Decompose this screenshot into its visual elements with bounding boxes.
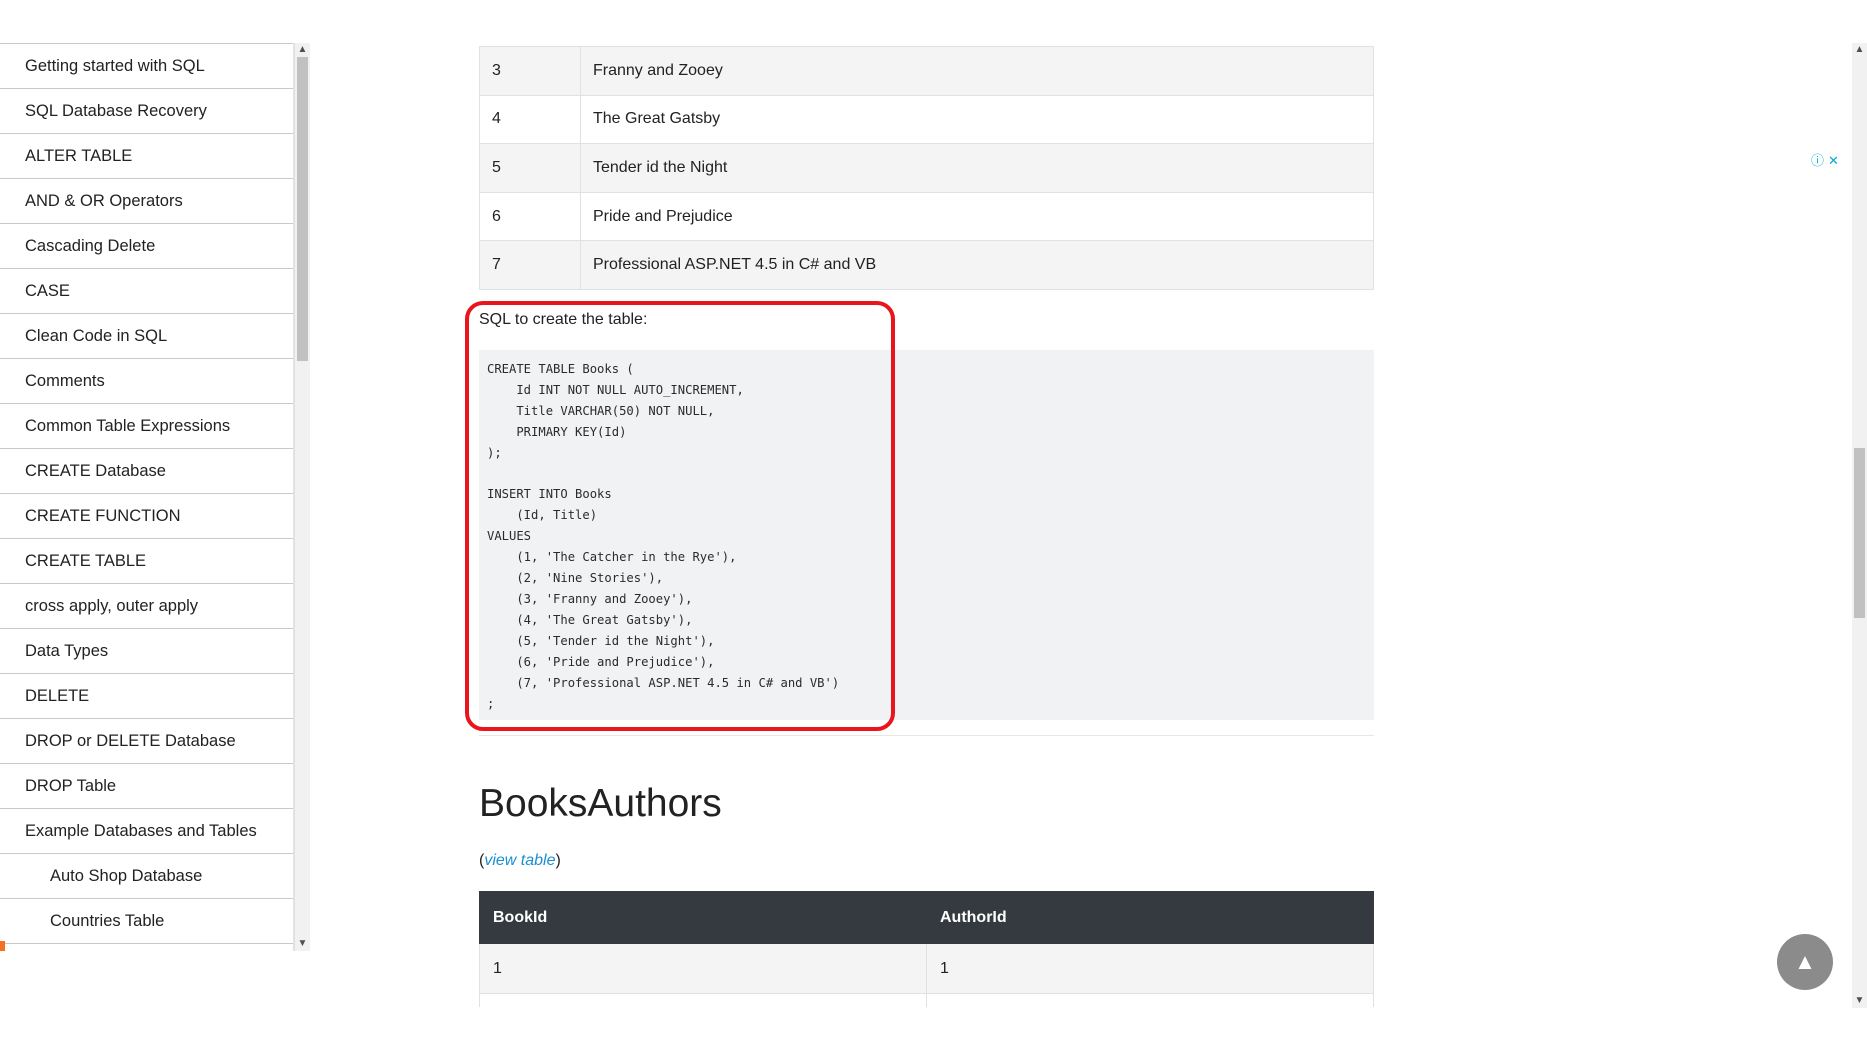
- book-id-cell: 4: [479, 94, 581, 145]
- sidebar-item-example-databases[interactable]: Example Databases and Tables: [0, 808, 293, 853]
- sidebar-item-database-recovery[interactable]: SQL Database Recovery: [0, 88, 293, 133]
- sidebar-item-case[interactable]: CASE: [0, 268, 293, 313]
- sidebar-item-create-database[interactable]: CREATE Database: [0, 448, 293, 493]
- section-divider: [479, 735, 1374, 736]
- scroll-down-arrow-icon[interactable]: ▼: [295, 937, 310, 951]
- main-content: 3 Franny and Zooey 4 The Great Gatsby 5 …: [479, 0, 1374, 1007]
- view-table-link[interactable]: view table: [484, 852, 555, 869]
- sidebar-item-alter-table[interactable]: ALTER TABLE: [0, 133, 293, 178]
- scroll-up-arrow-icon[interactable]: ▲: [1852, 43, 1867, 57]
- sidebar-item-delete[interactable]: DELETE: [0, 673, 293, 718]
- sidebar-item-and-or-operators[interactable]: AND & OR Operators: [0, 178, 293, 223]
- table-row: 3 Franny and Zooey: [479, 46, 1374, 96]
- sidebar-scroll-thumb[interactable]: [297, 57, 308, 361]
- table-header-row: BookId AuthorId: [479, 891, 1374, 944]
- sidebar-nav: Getting started with SQL SQL Database Re…: [0, 43, 294, 951]
- window-scroll-thumb[interactable]: [1854, 448, 1865, 618]
- sidebar-item-create-table[interactable]: CREATE TABLE: [0, 538, 293, 583]
- table-row: 1 1: [479, 943, 1374, 994]
- scroll-up-arrow-icon[interactable]: ▲: [295, 43, 310, 57]
- sidebar-item-auto-shop-database[interactable]: Auto Shop Database: [0, 853, 293, 898]
- ad-choices: ⓘ ✕: [1811, 150, 1843, 169]
- sidebar-item-create-function[interactable]: CREATE FUNCTION: [0, 493, 293, 538]
- back-to-top-button[interactable]: ▲: [1777, 934, 1833, 990]
- authorid-cell: 1: [926, 943, 1374, 994]
- page: Getting started with SQL SQL Database Re…: [0, 0, 1867, 1050]
- scroll-down-arrow-icon[interactable]: ▼: [1852, 994, 1867, 1008]
- window-scrollbar[interactable]: ▲ ▼: [1852, 43, 1867, 1008]
- book-id-cell: 3: [479, 46, 581, 96]
- sidebar-item-data-types[interactable]: Data Types: [0, 628, 293, 673]
- view-table-line: (view table): [479, 852, 561, 870]
- book-title-cell: The Great Gatsby: [580, 94, 1374, 145]
- authorid-cell: [926, 993, 1374, 1007]
- books-authors-table: BookId AuthorId 1 1: [479, 891, 1374, 1007]
- sidebar-item-cascading-delete[interactable]: Cascading Delete: [0, 223, 293, 268]
- info-icon[interactable]: ⓘ: [1811, 153, 1824, 168]
- book-id-cell: 7: [479, 240, 581, 290]
- sidebar-item-cross-apply[interactable]: cross apply, outer apply: [0, 583, 293, 628]
- book-id-cell: 6: [479, 191, 581, 242]
- table-row: [479, 993, 1374, 1007]
- column-header-authorid: AuthorId: [926, 891, 1374, 944]
- book-title-cell: Pride and Prejudice: [580, 191, 1374, 242]
- chevron-up-icon: ▲: [1794, 949, 1816, 974]
- sidebar-scrollbar[interactable]: ▲ ▼: [294, 43, 310, 951]
- book-title-cell: Professional ASP.NET 4.5 in C# and VB: [580, 240, 1374, 290]
- book-title-cell: Tender id the Night: [580, 143, 1374, 193]
- books-table: 3 Franny and Zooey 4 The Great Gatsby 5 …: [479, 46, 1374, 290]
- bookid-cell: 1: [479, 943, 927, 994]
- table-row: 7 Professional ASP.NET 4.5 in C# and VB: [479, 240, 1374, 290]
- sidebar-item-drop-database[interactable]: DROP or DELETE Database: [0, 718, 293, 763]
- table-row: 5 Tender id the Night: [479, 143, 1374, 193]
- sidebar-list: Getting started with SQL SQL Database Re…: [0, 43, 293, 944]
- active-section-marker: [0, 941, 5, 951]
- sidebar-item-drop-table[interactable]: DROP Table: [0, 763, 293, 808]
- sidebar-item-getting-started[interactable]: Getting started with SQL: [0, 43, 293, 88]
- sidebar-item-countries-table[interactable]: Countries Table: [0, 898, 293, 944]
- book-title-cell: Franny and Zooey: [580, 46, 1374, 96]
- table-row: 4 The Great Gatsby: [479, 94, 1374, 145]
- paren-close: ): [555, 852, 561, 869]
- book-id-cell: 5: [479, 143, 581, 193]
- sidebar-item-common-table-expressions[interactable]: Common Table Expressions: [0, 403, 293, 448]
- sql-caption: SQL to create the table:: [479, 311, 648, 328]
- section-title: BooksAuthors: [479, 782, 722, 825]
- bookid-cell: [479, 993, 927, 1007]
- sql-code-block[interactable]: CREATE TABLE Books ( Id INT NOT NULL AUT…: [479, 350, 1374, 720]
- sidebar-item-clean-code[interactable]: Clean Code in SQL: [0, 313, 293, 358]
- close-icon[interactable]: ✕: [1828, 153, 1839, 168]
- table-row: 6 Pride and Prejudice: [479, 191, 1374, 242]
- sidebar-item-comments[interactable]: Comments: [0, 358, 293, 403]
- column-header-bookid: BookId: [479, 891, 927, 944]
